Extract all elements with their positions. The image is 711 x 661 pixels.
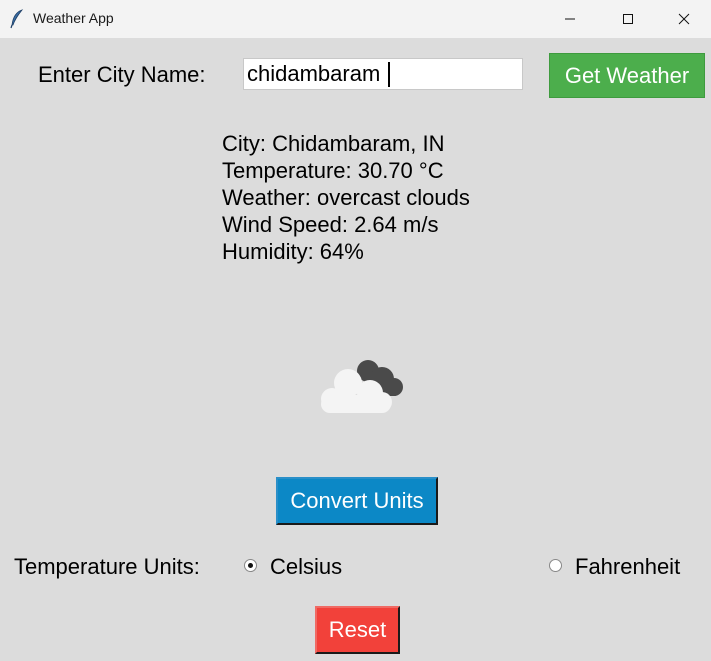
temperature-units-label: Temperature Units: (14, 554, 200, 579)
weather-info-panel: City: Chidambaram, IN Temperature: 30.70… (222, 130, 470, 265)
humidity-text: Humidity: 64% (222, 239, 364, 264)
city-text: City: Chidambaram, IN (222, 131, 445, 156)
weather-app-window: Weather App Enter City Name: Get Weather… (0, 0, 711, 661)
close-icon (678, 13, 690, 25)
city-name-input[interactable] (243, 58, 523, 90)
convert-units-button[interactable]: Convert Units (276, 477, 438, 525)
minimize-button[interactable] (541, 0, 599, 38)
wind-speed-text: Wind Speed: 2.64 m/s (222, 212, 439, 237)
feather-icon (10, 9, 24, 29)
overcast-clouds-icon (321, 360, 403, 413)
window-title: Weather App (33, 10, 114, 26)
city-name-label: Enter City Name: (38, 62, 206, 87)
celsius-radio[interactable] (244, 559, 257, 572)
maximize-icon (623, 14, 633, 24)
close-button[interactable] (657, 0, 711, 38)
reset-button[interactable]: Reset (315, 606, 400, 654)
fahrenheit-radio[interactable] (549, 559, 562, 572)
title-bar[interactable]: Weather App (0, 0, 711, 38)
maximize-button[interactable] (599, 0, 657, 38)
temperature-text: Temperature: 30.70 °C (222, 158, 444, 183)
fahrenheit-label[interactable]: Fahrenheit (575, 554, 680, 580)
celsius-label[interactable]: Celsius (270, 554, 342, 580)
weather-description-text: Weather: overcast clouds (222, 185, 470, 210)
text-caret (388, 62, 390, 87)
get-weather-button[interactable]: Get Weather (549, 53, 705, 98)
minimize-icon (565, 18, 575, 20)
